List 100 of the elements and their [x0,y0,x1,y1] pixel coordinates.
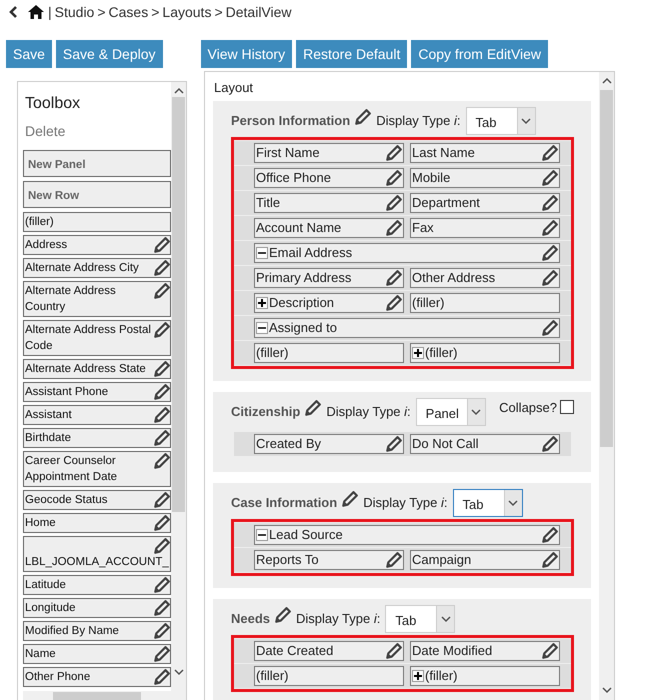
pencil-icon[interactable] [542,170,558,186]
toolbox-item[interactable]: (filler) [23,212,171,232]
pencil-icon[interactable] [154,669,170,685]
layout-field[interactable]: (filler) [410,292,560,312]
toolbar-button[interactable]: View History [200,40,292,68]
scrollbar[interactable] [171,82,186,700]
pencil-icon[interactable] [355,108,372,124]
toolbox-item[interactable]: Assistant Phone [23,382,171,402]
layout-field[interactable]: Lead Source [254,524,560,544]
chevron-up-icon[interactable] [602,77,612,85]
layout-field[interactable]: (filler) [410,666,560,686]
caret-icon[interactable] [508,498,518,506]
layout-field[interactable]: (filler) [254,342,404,362]
plus-icon[interactable] [412,670,424,682]
toolbox-item[interactable]: New Panel [23,150,171,177]
toolbox-item[interactable]: New Row [23,181,171,208]
toolbox-item[interactable]: Geocode Status [23,490,171,510]
layout-field[interactable]: Created By [254,434,404,454]
layout-field[interactable]: Do Not Call [410,434,560,454]
minus-icon[interactable] [256,322,268,334]
layout-field[interactable]: Date Modified [410,640,560,660]
pencil-icon[interactable] [154,538,170,554]
breadcrumb-link[interactable]: Studio [54,2,94,22]
pencil-icon[interactable] [154,515,170,531]
layout-field[interactable]: Date Created [254,640,404,660]
home-icon[interactable] [27,4,45,20]
toolbox-item[interactable]: Assistant [23,405,171,425]
pencil-icon[interactable] [154,577,170,593]
toolbox-item[interactable]: Modified By Name [23,621,171,641]
layout-field[interactable]: Other Address [410,268,560,288]
pencil-icon[interactable] [154,646,170,662]
plus-icon[interactable] [412,346,424,358]
toolbox-item[interactable]: Longitude [23,598,171,618]
display-type-select[interactable]: Tab [466,106,536,134]
toolbox-item[interactable]: Other Phone [23,667,171,687]
pencil-icon[interactable] [386,194,402,210]
pencil-icon[interactable] [154,260,170,276]
minus-icon[interactable] [256,246,268,258]
layout-field[interactable]: Campaign [410,550,560,570]
breadcrumb-link[interactable]: Cases [108,2,148,22]
pencil-icon[interactable] [542,270,558,286]
pencil-icon[interactable] [154,430,170,446]
toolbox-item[interactable]: Latitude [23,575,171,595]
scrollbar-thumb[interactable] [172,97,185,512]
layout-field[interactable]: Primary Address [254,268,404,288]
layout-field[interactable]: (filler) [254,666,404,686]
pencil-icon[interactable] [154,407,170,423]
display-type-select[interactable]: Tab [452,488,522,516]
toolbox-item[interactable]: Name [23,644,171,664]
toolbox-item[interactable]: Career Counselor Appointment Date [23,451,171,487]
horizontal-scrollbar[interactable] [23,691,171,700]
pencil-icon[interactable] [386,552,402,568]
layout-field[interactable]: Description [254,292,404,312]
layout-field[interactable]: Department [410,192,560,212]
toolbox-item[interactable]: Alternate Address State [23,359,171,379]
display-type-select[interactable]: Panel [416,398,486,426]
chevron-down-icon[interactable] [174,668,184,676]
pencil-icon[interactable] [386,270,402,286]
toolbox-item[interactable]: Home [23,513,171,533]
toolbox-item[interactable]: Alternate Address Postal Code [23,320,171,356]
toolbox-item[interactable]: LBL_JOOMLA_ACCOUNT_ [23,536,171,572]
pencil-icon[interactable] [386,436,402,452]
layout-field[interactable]: Mobile [410,168,560,188]
pencil-icon[interactable] [275,606,292,622]
pencil-icon[interactable] [386,294,402,310]
pencil-icon[interactable] [386,144,402,160]
caret-icon[interactable] [440,614,451,622]
minus-icon[interactable] [256,528,268,540]
layout-field[interactable]: Last Name [410,142,560,162]
pencil-icon[interactable] [542,144,558,160]
scrollbar[interactable] [599,72,614,700]
pencil-icon[interactable] [154,237,170,253]
toolbar-button[interactable]: Save [6,40,52,68]
pencil-icon[interactable] [386,170,402,186]
pencil-icon[interactable] [154,322,170,338]
toolbar-button[interactable]: Restore Default [296,40,408,68]
pencil-icon[interactable] [154,492,170,508]
plus-icon[interactable] [256,296,268,308]
pencil-icon[interactable] [542,552,558,568]
caret-icon[interactable] [521,116,531,124]
layout-field[interactable]: Office Phone [254,168,404,188]
scrollbar-thumb[interactable] [53,692,141,700]
layout-field[interactable]: Account Name [254,218,404,238]
pencil-icon[interactable] [542,194,558,210]
pencil-icon[interactable] [542,244,558,260]
breadcrumb-link[interactable]: Layouts [162,2,212,22]
layout-field[interactable]: Assigned to [254,318,560,338]
scrollbar-thumb[interactable] [600,90,613,447]
pencil-icon[interactable] [542,320,558,336]
pencil-icon[interactable] [154,453,170,469]
pencil-icon[interactable] [542,526,558,542]
pencil-icon[interactable] [154,623,170,639]
pencil-icon[interactable] [386,642,402,658]
layout-field[interactable]: (filler) [410,342,560,362]
toolbar-button[interactable]: Copy from EditView [411,40,548,68]
layout-field[interactable]: Reports To [254,550,404,570]
toolbox-item[interactable]: Alternate Address City [23,258,171,278]
pencil-icon[interactable] [542,220,558,236]
display-type-select[interactable]: Tab [385,604,456,632]
pencil-icon[interactable] [542,436,558,452]
